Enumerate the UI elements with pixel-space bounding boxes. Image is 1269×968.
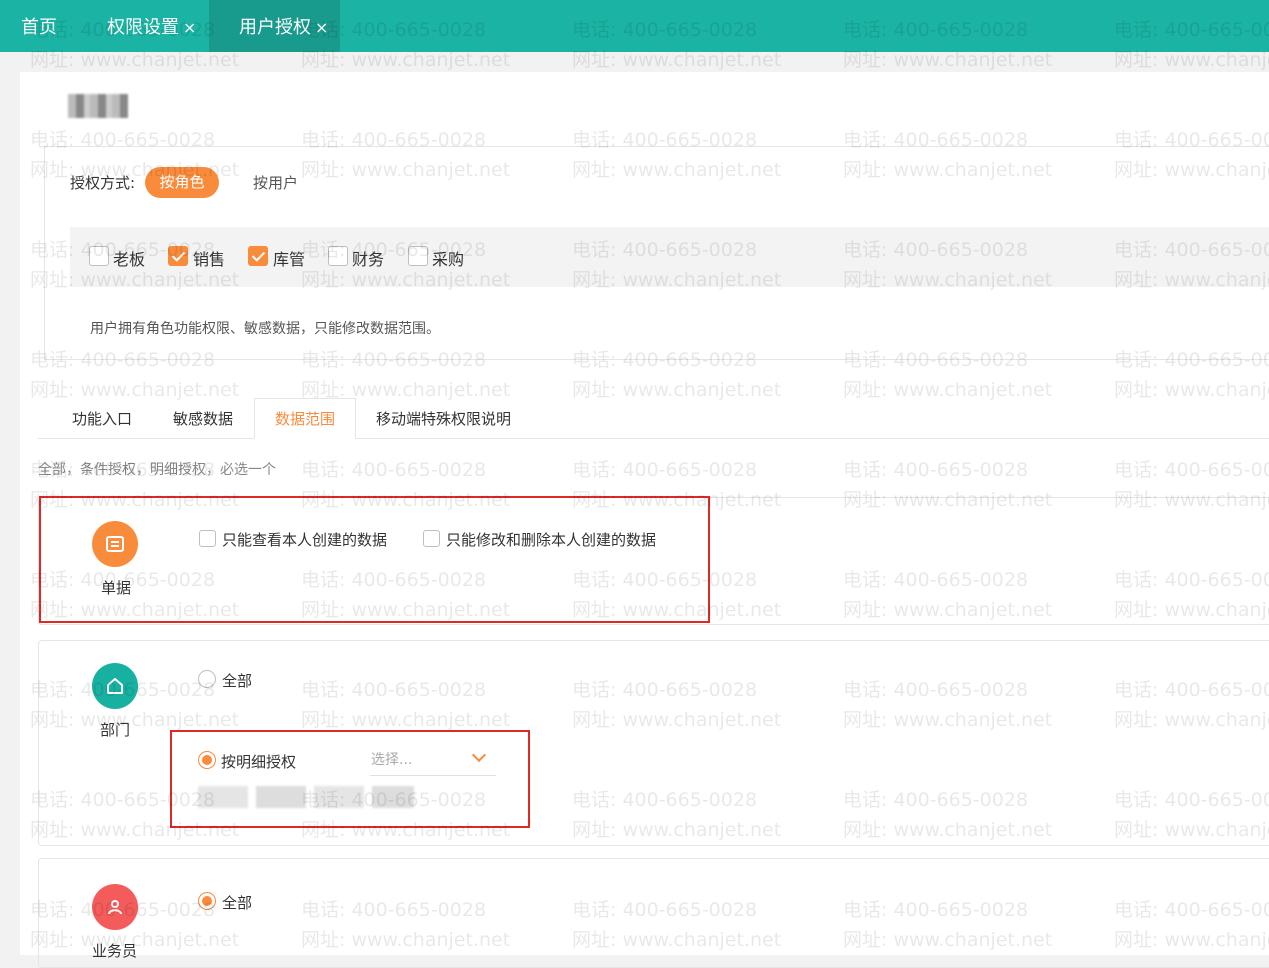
tab-user-authorization[interactable]: 用户授权 ×: [209, 0, 340, 52]
tab-permission-settings[interactable]: 权限设置 ×: [107, 0, 196, 52]
role-purchase-label: 采购: [432, 250, 465, 269]
role-boss-checkbox[interactable]: [89, 246, 109, 266]
tab-data-scope[interactable]: 数据范围: [254, 398, 356, 439]
role-warehouse-label: 库管: [273, 250, 306, 269]
salesperson-all-radio[interactable]: [198, 892, 216, 910]
role-boss-label: 老板: [113, 250, 146, 269]
subtab-divider: [38, 438, 1269, 439]
role-sales-checkbox[interactable]: [168, 246, 188, 266]
role-sales-label: 销售: [193, 250, 226, 269]
tab-permission-settings-label: 权限设置: [107, 17, 179, 38]
role-purchase-checkbox[interactable]: [408, 246, 428, 266]
by-role-button[interactable]: 按角色: [145, 167, 219, 198]
tab-user-authorization-label: 用户授权: [239, 17, 311, 38]
department-all-label: 全部: [222, 672, 253, 690]
salesperson-scope-card: [38, 858, 1269, 968]
role-warehouse-checkbox[interactable]: [248, 246, 268, 266]
salesperson-all-label: 全部: [222, 894, 253, 912]
department-all-radio[interactable]: [198, 670, 216, 688]
by-user-button[interactable]: 按用户: [253, 172, 298, 193]
role-permission-note: 用户拥有角色功能权限、敏感数据，只能修改数据范围。: [90, 321, 440, 337]
tab-home-label: 首页: [21, 17, 57, 38]
tab-sensitive-data[interactable]: 敏感数据: [173, 408, 233, 429]
close-icon[interactable]: ×: [315, 18, 328, 37]
tab-bar: 首页 权限设置 × 用户授权 ×: [0, 0, 1269, 52]
tab-mobile-permissions[interactable]: 移动端特殊权限说明: [376, 408, 511, 429]
salesperson-label: 业务员: [92, 942, 138, 960]
tab-home[interactable]: 首页: [21, 0, 57, 52]
blurred-user-name: [68, 94, 128, 118]
role-finance-label: 财务: [352, 250, 385, 269]
tab-function-entry[interactable]: 功能入口: [72, 408, 132, 429]
scope-hint: 全部，条件授权，明细授权，必选一个: [38, 462, 276, 478]
highlight-department-detail: [170, 730, 530, 828]
person-icon: [92, 884, 138, 930]
auth-method-label: 授权方式:: [70, 174, 136, 192]
department-label: 部门: [100, 721, 131, 739]
close-icon[interactable]: ×: [183, 18, 196, 37]
home-icon: [92, 663, 138, 709]
role-finance-checkbox[interactable]: [328, 246, 348, 266]
highlight-document-section: [39, 496, 710, 623]
